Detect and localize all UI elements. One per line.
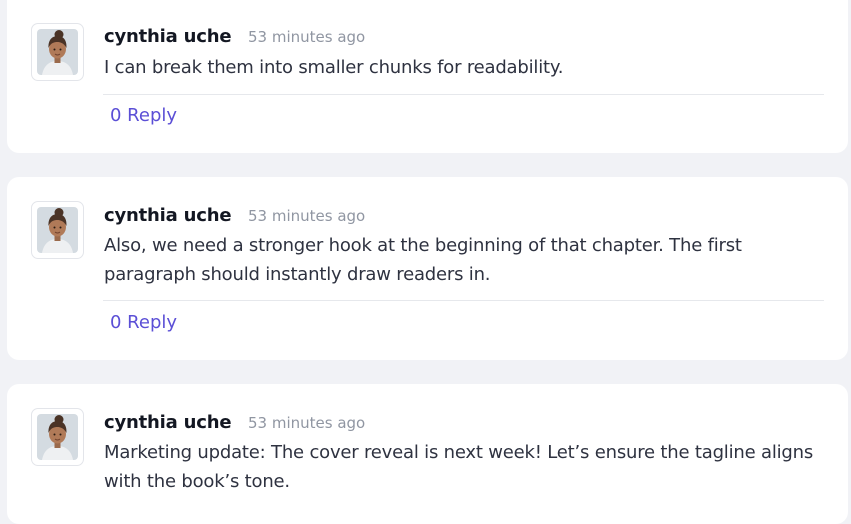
comment-author: cynthia uche: [104, 412, 232, 433]
comment-text: Also, we need a stronger hook at the beg…: [104, 235, 742, 285]
comment-card: cynthia uche 53 minutes ago Marketing up…: [7, 384, 848, 524]
user-avatar-icon: [31, 23, 84, 81]
reply-button[interactable]: 0 Reply: [110, 104, 177, 128]
comment-card: cynthia uche 53 minutes ago Also, we nee…: [7, 177, 848, 360]
comment-card: cynthia uche 53 minutes ago I can break …: [7, 0, 848, 153]
user-avatar-icon: [31, 408, 84, 466]
comment-author: cynthia uche: [104, 205, 232, 226]
comment-timestamp: 53 minutes ago: [248, 207, 366, 225]
comment-feed: cynthia uche 53 minutes ago I can break …: [0, 0, 851, 524]
comment-divider: [103, 300, 824, 301]
comment-text: I can break them into smaller chunks for…: [104, 57, 564, 78]
comment-divider: [103, 94, 824, 95]
comment-text: Marketing update: The cover reveal is ne…: [104, 442, 814, 492]
reply-button[interactable]: 0 Reply: [110, 311, 177, 335]
comment-timestamp: 53 minutes ago: [248, 28, 366, 46]
user-avatar-icon: [31, 201, 84, 259]
comment-author: cynthia uche: [104, 26, 232, 47]
comment-timestamp: 53 minutes ago: [248, 414, 366, 432]
